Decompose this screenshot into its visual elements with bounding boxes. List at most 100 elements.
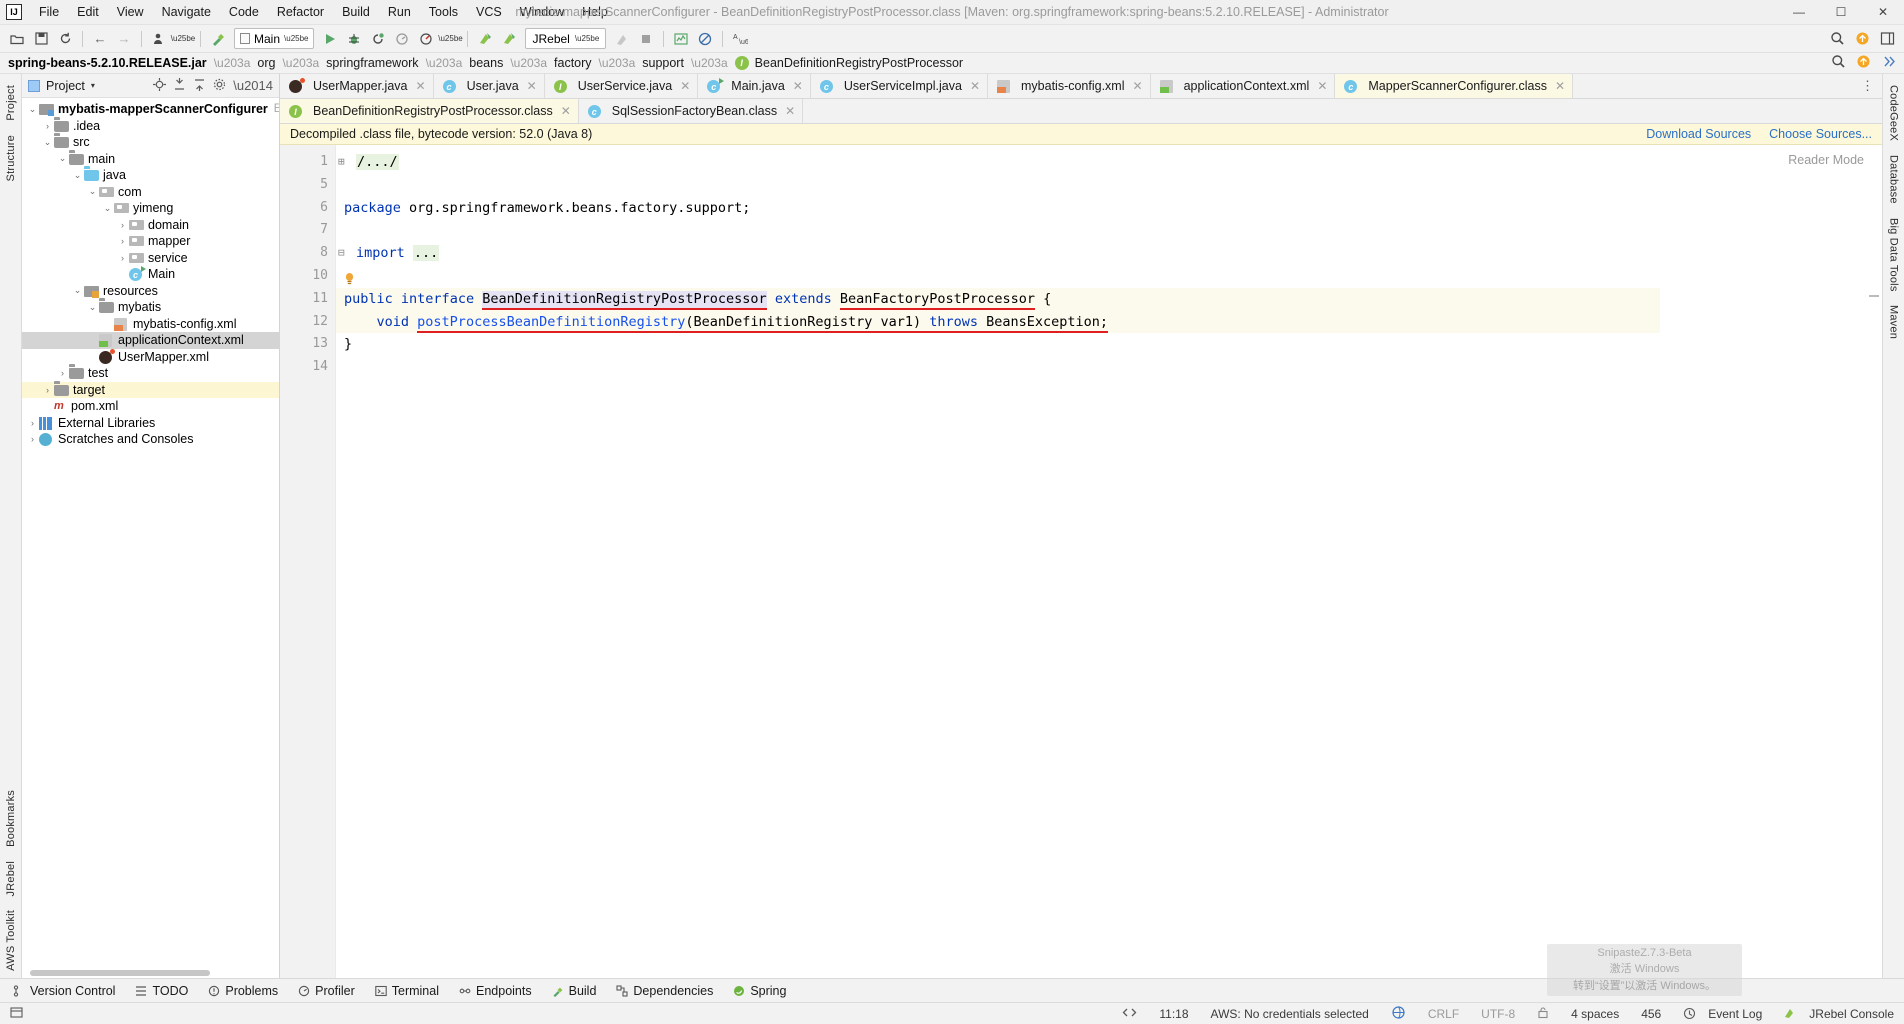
choose-sources-link[interactable]: Choose Sources... [1769, 127, 1872, 141]
download-sources-link[interactable]: Download Sources [1646, 127, 1751, 141]
file-encoding[interactable]: UTF-8 [1477, 1007, 1519, 1021]
tree-node-main[interactable]: ›c Main [22, 266, 279, 283]
debug-icon[interactable] [343, 28, 365, 50]
chevron-down-icon[interactable]: \u25be [171, 28, 195, 50]
menu-refactor[interactable]: Refactor [268, 2, 333, 22]
indent-setting[interactable]: 4 spaces [1567, 1007, 1623, 1021]
rail-button-database[interactable]: Database [1888, 148, 1900, 211]
tree-node-mybatis-mapperscannerconfigurer[interactable]: ⌄ mybatis-mapperScannerConfigurer E:\mybat… [22, 101, 279, 118]
tree-node-java[interactable]: ⌄ java [22, 167, 279, 184]
menu-view[interactable]: View [108, 2, 153, 22]
chevron-down-icon[interactable]: ⌄ [56, 153, 69, 164]
chevron-right-icon[interactable]: › [56, 368, 69, 378]
editor-tabs-row-1[interactable]: UserMapper.java ✕ c User.java ✕ I UserService.… [280, 74, 1882, 99]
code-line-14[interactable] [336, 356, 1660, 379]
chevron-down-icon[interactable]: ⌄ [101, 203, 114, 214]
bottom-window-todo[interactable]: TODO [126, 979, 197, 1002]
chevron-down-icon[interactable]: ⌄ [41, 137, 54, 148]
sync-icon[interactable] [54, 28, 76, 50]
editor-tab-sqlsessionfactorybean-class[interactable]: c SqlSessionFactoryBean.class ✕ [579, 99, 804, 123]
no-entry-icon[interactable] [694, 28, 716, 50]
close-button[interactable]: ✕ [1862, 0, 1904, 24]
code-with-me-icon[interactable] [1118, 1006, 1141, 1022]
gutter-line-5[interactable]: 5 [280, 174, 335, 197]
code-line-13[interactable]: } [336, 333, 1660, 356]
editor-tab-usermapper-java[interactable]: UserMapper.java ✕ [280, 74, 434, 98]
code-line-7[interactable] [336, 219, 1660, 242]
menu-navigate[interactable]: Navigate [153, 2, 220, 22]
hide-panel-icon[interactable]: \u2014 [233, 78, 273, 93]
bottom-window-spring[interactable]: Spring [724, 979, 795, 1002]
menu-code[interactable]: Code [220, 2, 268, 22]
back-icon[interactable]: ← [89, 28, 111, 50]
run-coverage-icon[interactable] [367, 28, 389, 50]
rail-button-structure[interactable]: Structure [5, 128, 17, 188]
close-tab-icon[interactable]: ✕ [527, 79, 537, 93]
gutter-line-14[interactable]: 14 [280, 356, 335, 379]
tree-node-applicationcontext-xml[interactable]: › applicationContext.xml [22, 332, 279, 349]
tree-node-service[interactable]: › service [22, 250, 279, 267]
editor-tab-userserviceimpl-java[interactable]: c UserServiceImpl.java ✕ [811, 74, 988, 98]
chevron-right-icon[interactable]: › [86, 335, 99, 345]
bottom-window-version-control[interactable]: Version Control [4, 979, 124, 1002]
chevron-right-icon[interactable]: › [116, 269, 129, 279]
aws-icon[interactable] [1387, 1005, 1410, 1022]
close-tab-icon[interactable]: ✕ [1555, 79, 1565, 93]
menu-build[interactable]: Build [333, 2, 379, 22]
tree-node--idea[interactable]: › .idea [22, 118, 279, 135]
jrebel-run-icon[interactable] [474, 28, 496, 50]
tree-node-src[interactable]: ⌄ src [22, 134, 279, 151]
tree-node-resources[interactable]: ⌄ resources [22, 283, 279, 300]
hammer-icon[interactable] [207, 28, 229, 50]
layout-icon[interactable] [1876, 28, 1898, 50]
chevron-right-icon[interactable]: › [26, 418, 39, 428]
forward-icon[interactable]: → [113, 28, 135, 50]
chevron-right-icon[interactable]: › [116, 253, 129, 263]
code-line-11[interactable]: public interface BeanDefinitionRegistryP… [336, 287, 1660, 311]
stop-square-icon[interactable] [635, 28, 657, 50]
project-horizontal-scrollbar[interactable] [22, 968, 279, 978]
menu-edit[interactable]: Edit [68, 2, 108, 22]
rail-button-maven[interactable]: Maven [1888, 298, 1900, 346]
line-separator[interactable]: CRLF [1424, 1007, 1463, 1021]
bottom-window-problems[interactable]: Problems [199, 979, 287, 1002]
gutter-line-12[interactable]: 12I [280, 311, 350, 334]
tree-node-main[interactable]: ⌄ main [22, 151, 279, 168]
jrebel-console-icon[interactable] [1780, 1007, 1801, 1021]
attach-icon[interactable] [415, 28, 437, 50]
close-tab-icon[interactable]: ✕ [793, 79, 803, 93]
project-tree[interactable]: ⌄ mybatis-mapperScannerConfigurer E:\mybat… [22, 98, 279, 968]
breadcrumb-item-org[interactable]: org [257, 56, 275, 70]
jrebel-selector[interactable]: JRebel \u25be [525, 28, 607, 49]
close-tab-icon[interactable]: ✕ [970, 79, 980, 93]
breadcrumb-item-support[interactable]: support [642, 56, 684, 70]
breadcrumb-root[interactable]: spring-beans-5.2.10.RELEASE.jar [8, 56, 207, 70]
gutter-line-8[interactable]: 8 [280, 242, 335, 265]
breadcrumb-item-springframework[interactable]: springframework [326, 56, 418, 70]
gutter-line-11[interactable]: 11I [280, 288, 350, 311]
editor-tab-userservice-java[interactable]: I UserService.java ✕ [545, 74, 699, 98]
tree-node-scratches-and-consoles[interactable]: › Scratches and Consoles [22, 431, 279, 448]
user-profile-icon[interactable] [148, 28, 170, 50]
bottom-window-profiler[interactable]: Profiler [289, 979, 364, 1002]
reader-mode-label[interactable]: Reader Mode [1788, 153, 1864, 167]
bottom-window-dependencies[interactable]: Dependencies [607, 979, 722, 1002]
chevron-down-icon[interactable]: ⌄ [71, 285, 84, 296]
chevron-down-icon-2[interactable]: \u25be [438, 28, 462, 50]
close-tab-icon[interactable]: ✕ [785, 104, 795, 118]
chevron-down-icon[interactable]: ⌄ [86, 302, 99, 313]
tree-node-mybatis-config-xml[interactable]: › mybatis-config.xml [22, 316, 279, 333]
chevron-down-icon[interactable]: ⌄ [86, 186, 99, 197]
chevron-right-icon[interactable]: › [41, 121, 54, 131]
editor-tab-mapperscannerconfigurer-class[interactable]: c MapperScannerConfigurer.class ✕ [1335, 74, 1574, 98]
close-tab-icon[interactable]: ✕ [416, 79, 426, 93]
save-icon[interactable] [30, 28, 52, 50]
editor-tab-applicationcontext-xml[interactable]: applicationContext.xml ✕ [1151, 74, 1336, 98]
gutter-line-7[interactable]: 7 [280, 219, 335, 242]
rail-button-bookmarks[interactable]: Bookmarks [5, 783, 17, 854]
code-line-6[interactable]: package org.springframework.beans.factor… [336, 197, 1660, 220]
close-tab-icon[interactable]: ✕ [561, 104, 571, 118]
rail-button-codegeex[interactable]: CodeGeeX [1888, 78, 1900, 148]
tree-node-mapper[interactable]: › mapper [22, 233, 279, 250]
chevron-right-icon[interactable]: › [41, 385, 54, 395]
